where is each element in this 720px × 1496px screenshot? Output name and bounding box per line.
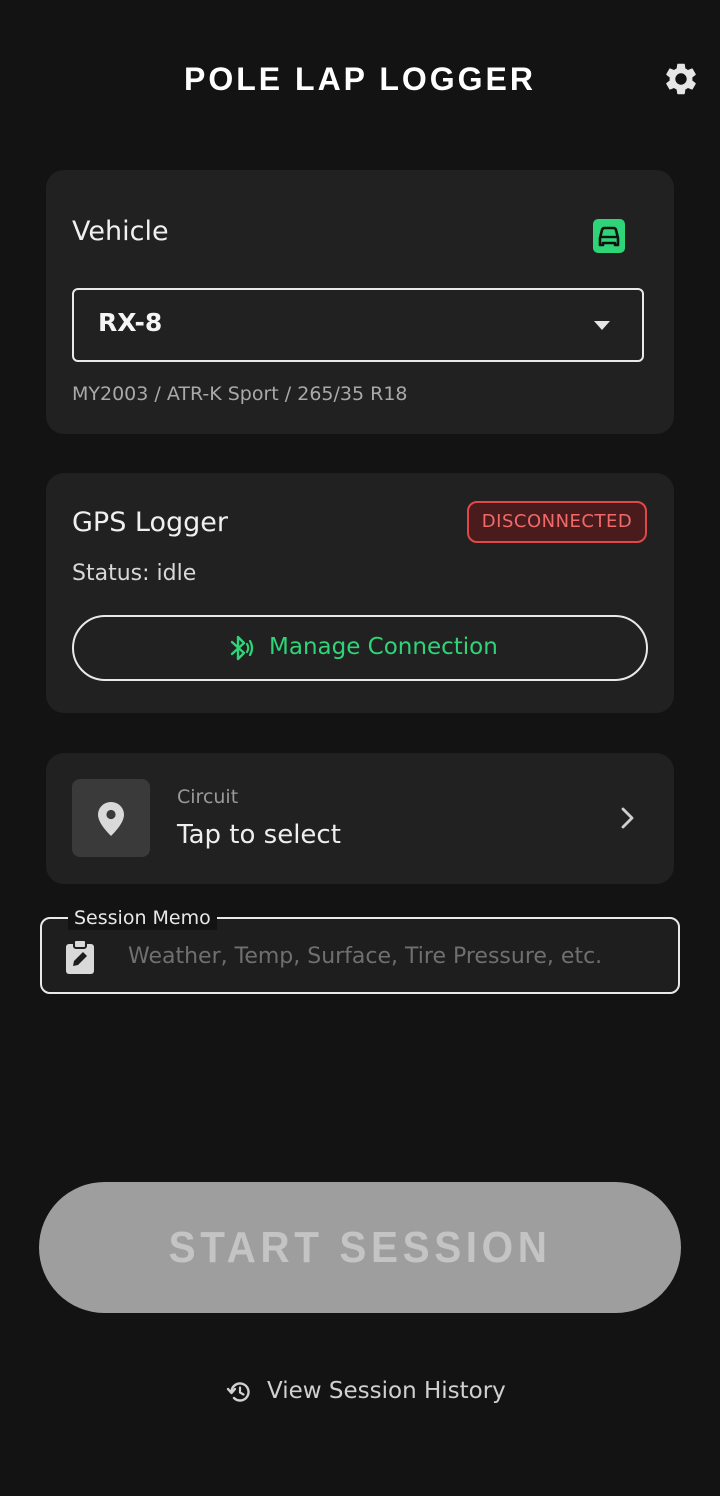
vehicle-details: MY2003 / ATR-K Sport / 265/35 R18 (72, 383, 408, 405)
gps-status-text: Status: idle (72, 561, 197, 586)
vehicle-card: Vehicle RX-8 MY2003 / ATR-K Sport / 265/… (46, 170, 674, 434)
clipboard-edit-icon (64, 939, 96, 975)
gear-icon (666, 63, 696, 95)
dropdown-arrow-icon (594, 321, 610, 330)
vehicle-select[interactable]: RX-8 (72, 288, 644, 362)
settings-button[interactable] (662, 60, 700, 98)
session-memo-input[interactable] (126, 933, 660, 979)
bluetooth-searching-icon (228, 634, 254, 662)
vehicle-select-value: RX-8 (98, 308, 163, 337)
view-session-history-link[interactable]: View Session History (226, 1374, 526, 1414)
gps-logger-title: GPS Logger (72, 507, 229, 538)
start-session-label: START SESSION (168, 1223, 552, 1272)
connection-status-badge: DISCONNECTED (467, 501, 647, 543)
gps-logger-card: GPS Logger DISCONNECTED Status: idle Man… (46, 473, 674, 713)
session-memo-label: Session Memo (68, 906, 217, 930)
view-session-history-label: View Session History (267, 1378, 506, 1404)
vehicle-label: Vehicle (72, 216, 169, 247)
car-icon (592, 218, 626, 254)
start-session-button[interactable]: START SESSION (39, 1182, 681, 1313)
app-title: POLE LAP LOGGER (184, 61, 536, 97)
circuit-selector[interactable]: Circuit Tap to select (46, 753, 674, 884)
session-memo-field: Session Memo (40, 906, 680, 994)
circuit-value: Tap to select (177, 820, 341, 850)
location-pin-icon (97, 801, 125, 837)
chevron-right-icon (618, 805, 638, 831)
circuit-label: Circuit (177, 786, 239, 808)
manage-connection-label: Manage Connection (269, 634, 498, 660)
history-icon (226, 1379, 252, 1405)
manage-connection-button[interactable]: Manage Connection (72, 615, 648, 681)
circuit-icon-box (72, 779, 150, 857)
